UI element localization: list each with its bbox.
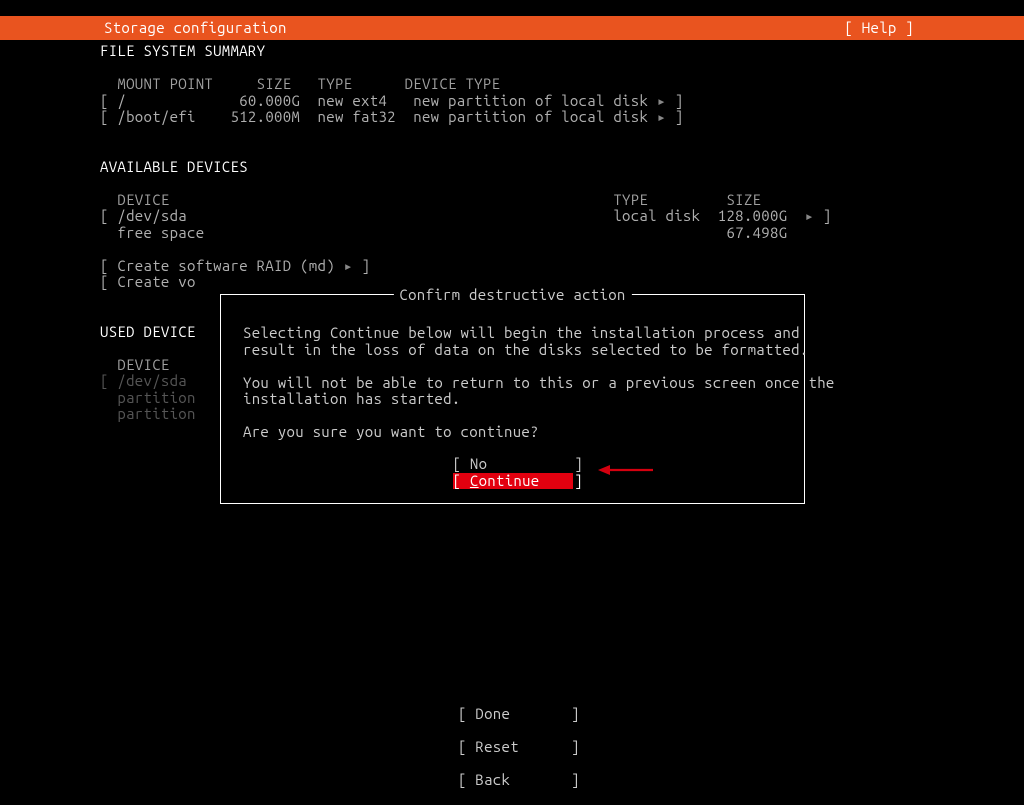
fs-row[interactable]: [ / 60.000G new ext4 new partition of lo… — [100, 92, 684, 109]
col-device-used: DEVICE — [117, 356, 169, 373]
chevron-right-icon: ▸ — [805, 207, 814, 224]
device-row: free space 67.498G — [100, 224, 787, 241]
confirm-dialog: Confirm destructive action Selecting Con… — [220, 294, 805, 504]
back-button[interactable]: [ Back ] — [458, 772, 566, 789]
topbar-title: Storage configuration — [0, 20, 287, 37]
col-size: SIZE — [257, 75, 292, 92]
col-type: TYPE — [318, 75, 353, 92]
used-row: partition — [100, 405, 196, 422]
reset-button[interactable]: [ Reset ] — [458, 739, 566, 756]
available-heading: AVAILABLE DEVICES — [100, 158, 248, 175]
topbar: Storage configuration [ Help ] — [0, 16, 1024, 40]
create-vo-button[interactable]: [ Create vo — [100, 273, 196, 290]
annotation-arrow-icon — [598, 464, 653, 476]
footer-buttons: [ Done ] [ Reset ] [ Back ] — [458, 706, 566, 805]
used-row: [ /dev/sda — [100, 372, 187, 389]
col-size2: SIZE — [726, 191, 761, 208]
chevron-right-icon: ▸ — [657, 108, 666, 125]
col-mount: MOUNT POINT — [117, 75, 213, 92]
fs-summary-heading: FILE SYSTEM SUMMARY — [100, 42, 265, 59]
col-devtype: DEVICE TYPE — [405, 75, 501, 92]
chevron-right-icon: ▸ — [344, 257, 353, 274]
help-button[interactable]: [ Help ] — [844, 20, 1024, 37]
dialog-body: Selecting Continue below will begin the … — [243, 325, 782, 441]
create-raid-button[interactable]: [ Create software RAID (md) ▸ ] — [100, 257, 370, 274]
fs-row[interactable]: [ /boot/efi 512.000M new fat32 new parti… — [100, 108, 684, 125]
continue-button[interactable]: [ Continue ] — [453, 473, 573, 490]
device-row[interactable]: [ /dev/sda local disk 128.000G ▸ ] — [100, 207, 832, 224]
used-heading: USED DEVICE — [100, 323, 196, 340]
used-row: partition — [100, 389, 196, 406]
dialog-buttons: [ No ] [ Continue ] — [453, 456, 573, 489]
done-button[interactable]: [ Done ] — [458, 706, 566, 723]
dialog-title: Confirm destructive action — [393, 287, 631, 304]
col-type2: TYPE — [613, 191, 648, 208]
col-device: DEVICE — [117, 191, 169, 208]
no-button[interactable]: [ No ] — [453, 456, 573, 473]
chevron-right-icon: ▸ — [657, 92, 666, 109]
